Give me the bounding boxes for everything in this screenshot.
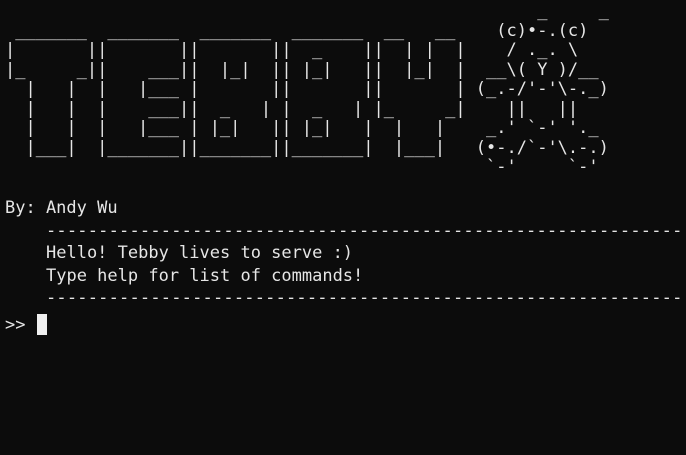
command-prompt-row[interactable]: >> <box>5 312 686 338</box>
help-hint-message: Type help for list of commands! <box>46 265 364 286</box>
greeting-message: Hello! Tebby lives to serve :) <box>46 243 354 264</box>
top-divider: ----------------------------------------… <box>46 220 681 241</box>
author-line: By: Andy Wu <box>5 198 118 218</box>
tebby-ascii-banner: _ _ _______ _______ _______ _______ __ _… <box>5 1 609 177</box>
terminal-window[interactable]: _ _ _______ _______ _______ _______ __ _… <box>0 0 686 455</box>
bottom-divider: ----------------------------------------… <box>46 288 681 309</box>
text-cursor <box>37 314 48 336</box>
prompt-symbol: >> <box>5 314 26 335</box>
